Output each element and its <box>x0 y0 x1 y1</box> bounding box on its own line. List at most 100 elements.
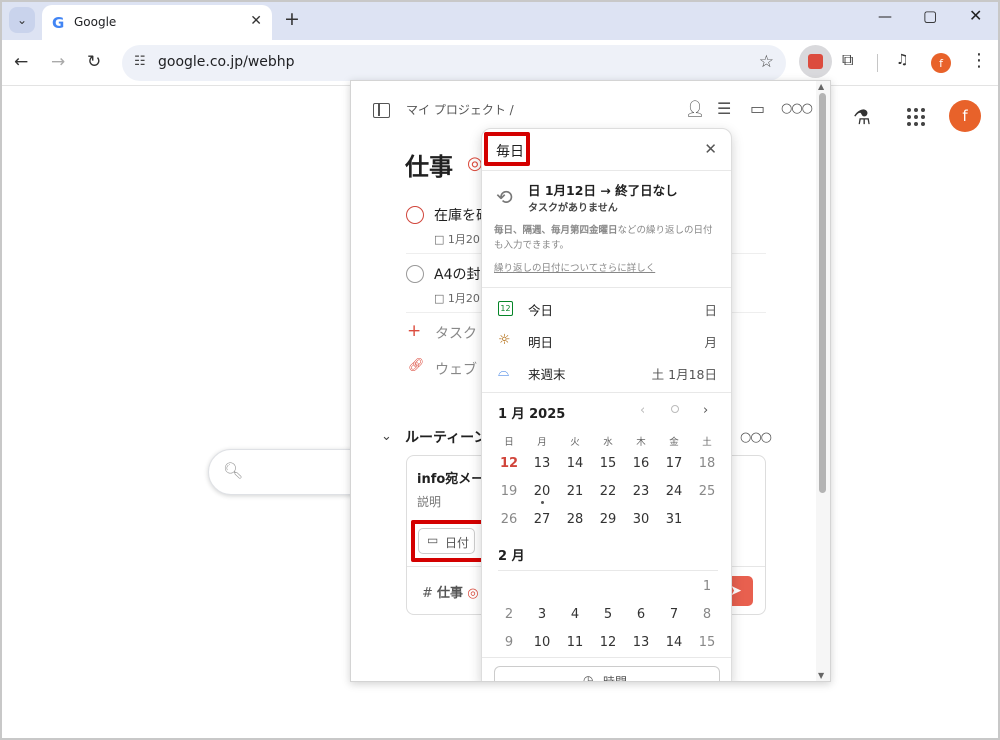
go-to-today-icon[interactable] <box>671 405 679 413</box>
task-date: □ 1月20 <box>434 233 480 246</box>
calendar-day[interactable]: 14 <box>561 456 589 471</box>
project-selector[interactable]: # 仕事 ◎ <box>422 582 479 601</box>
calendar-day[interactable]: 27 <box>528 512 556 527</box>
google-apps-icon[interactable] <box>907 108 927 128</box>
time-button[interactable]: ◷ 時間 <box>494 666 720 682</box>
sidebar-toggle-icon[interactable] <box>373 103 390 118</box>
tab-search-button[interactable]: ⌄ <box>9 7 35 33</box>
description-input[interactable]: 説明 <box>417 493 441 510</box>
calendar-day[interactable]: 14 <box>660 635 688 650</box>
task-checkbox[interactable] <box>406 206 424 224</box>
tab-close-icon[interactable]: ✕ <box>250 13 262 29</box>
calendar-day[interactable]: 5 <box>594 607 622 622</box>
popup-scrollbar[interactable]: ▲ ▼ <box>816 81 830 681</box>
url-text[interactable]: google.co.jp/webhp <box>158 54 295 70</box>
calendar-day[interactable]: 7 <box>660 607 688 622</box>
close-icon[interactable]: ✕ <box>704 140 717 158</box>
calendar-day[interactable]: 12 <box>495 456 523 471</box>
recurrence-help-text: 毎日、隔週、毎月第四金曜日などの繰り返しの日付も入力できます。 <box>494 225 713 251</box>
calendar-day[interactable]: 31 <box>660 512 688 527</box>
calendar-day[interactable]: 6 <box>627 607 655 622</box>
back-button[interactable]: ← <box>14 52 28 72</box>
breadcrumb[interactable]: マイ プロジェクト / <box>406 101 514 118</box>
calendar-day[interactable]: 15 <box>594 456 622 471</box>
calendar-today-icon: 12 <box>498 301 513 316</box>
maximize-button[interactable]: ▢ <box>923 7 937 25</box>
task-checkbox[interactable] <box>406 265 424 283</box>
sun-icon: ☼ <box>498 332 511 348</box>
calendar-day[interactable]: 13 <box>528 456 556 471</box>
calendar-day[interactable]: 25 <box>693 484 721 499</box>
calendar-day[interactable]: 21 <box>561 484 589 499</box>
calendar-day[interactable]: 3 <box>528 607 556 622</box>
site-settings-icon[interactable]: ☷ <box>134 54 146 69</box>
learn-more-link[interactable]: 繰り返しの日付についてさらに詳しく <box>494 260 655 274</box>
section-name[interactable]: ルーティーン <box>405 427 487 447</box>
scroll-down-icon[interactable]: ▼ <box>818 671 824 680</box>
previous-month-icon[interactable]: ‹ <box>640 403 645 418</box>
new-tab-button[interactable]: + <box>284 8 300 30</box>
calendar-day[interactable]: 16 <box>627 456 655 471</box>
todoist-extension-button[interactable] <box>799 45 832 78</box>
browser-menu-icon[interactable]: ⋮ <box>970 50 988 71</box>
project-title: 仕事 <box>405 153 453 181</box>
calendar-day[interactable]: 9 <box>495 635 523 650</box>
window-close-button[interactable]: ✕ <box>969 6 982 25</box>
weekday-label: 水 <box>603 437 613 448</box>
calendar-day[interactable]: 29 <box>594 512 622 527</box>
calendar-day[interactable]: 23 <box>627 484 655 499</box>
quick-date-next-weekend[interactable]: ⌓ 来週末 土 1月18日 <box>482 356 731 388</box>
calendar-day[interactable]: 12 <box>594 635 622 650</box>
bookmark-star-icon[interactable]: ☆ <box>759 52 774 72</box>
calendar-day[interactable]: 26 <box>495 512 523 527</box>
web-link-label[interactable]: ウェブ <box>435 359 477 379</box>
calendar-day[interactable]: 1 <box>693 579 721 594</box>
media-control-icon[interactable]: ♫ <box>896 52 909 68</box>
extensions-puzzle-icon[interactable]: ⧉ <box>842 50 853 70</box>
task-name[interactable]: A4の封 <box>434 264 480 284</box>
calendar-day[interactable]: 4 <box>561 607 589 622</box>
plus-icon[interactable]: + <box>407 321 421 341</box>
calendar-day[interactable]: 2 <box>495 607 523 622</box>
tab-title: Google <box>74 15 117 29</box>
calendar-day[interactable]: 15 <box>693 635 721 650</box>
browser-profile-avatar[interactable]: f <box>931 53 951 73</box>
calendar-day[interactable]: 24 <box>660 484 688 499</box>
add-task-button[interactable]: タスク <box>435 323 477 343</box>
link-icon: 🔗︎ <box>408 358 425 373</box>
calendar-day[interactable]: 18 <box>693 456 721 471</box>
forward-button[interactable]: → <box>51 52 65 72</box>
calendar-month-label: 2 月 <box>498 549 525 564</box>
calendar-day[interactable]: 30 <box>627 512 655 527</box>
task-title-input[interactable]: info宛メー <box>417 468 484 487</box>
view-settings-icon[interactable]: ☰ <box>717 99 731 118</box>
calendar-day[interactable]: 8 <box>693 607 721 622</box>
reload-button[interactable]: ↻ <box>87 52 101 72</box>
quick-date-today[interactable]: 12 今日 日 <box>482 292 731 324</box>
scroll-up-icon[interactable]: ▲ <box>818 82 824 91</box>
search-icon: 🔍︎ <box>223 461 244 480</box>
calendar-day[interactable]: 13 <box>627 635 655 650</box>
scrollbar-thumb[interactable] <box>819 93 826 493</box>
section-more-icon[interactable]: ○○○ <box>740 430 772 445</box>
labs-flask-icon[interactable]: ⚗ <box>853 105 871 129</box>
section-collapse-icon[interactable]: ⌄ <box>381 429 392 444</box>
calendar-day[interactable]: 22 <box>594 484 622 499</box>
calendar-day[interactable]: 11 <box>561 635 589 650</box>
time-button-label: 時間 <box>603 675 628 682</box>
calendar-day[interactable]: 19 <box>495 484 523 499</box>
calendar-day[interactable]: 10 <box>528 635 556 650</box>
share-user-icon[interactable]: 👤︎ <box>685 99 705 118</box>
minimize-button[interactable]: — <box>878 9 892 25</box>
next-month-icon[interactable]: › <box>703 403 708 418</box>
quick-date-tomorrow[interactable]: ☼ 明日 月 <box>482 324 731 356</box>
google-profile-avatar[interactable]: f <box>949 100 981 132</box>
calendar-day[interactable]: 28 <box>561 512 589 527</box>
address-bar[interactable]: ☷ google.co.jp/webhp ☆ <box>122 45 786 81</box>
comment-icon[interactable]: ▭ <box>750 99 765 118</box>
calendar-day[interactable]: 17 <box>660 456 688 471</box>
weekday-label: 火 <box>570 437 580 448</box>
calendar-day[interactable]: 20 <box>528 484 556 504</box>
browser-tab[interactable]: G Google ✕ <box>42 5 272 40</box>
more-options-icon[interactable]: ○○○ <box>781 101 813 116</box>
